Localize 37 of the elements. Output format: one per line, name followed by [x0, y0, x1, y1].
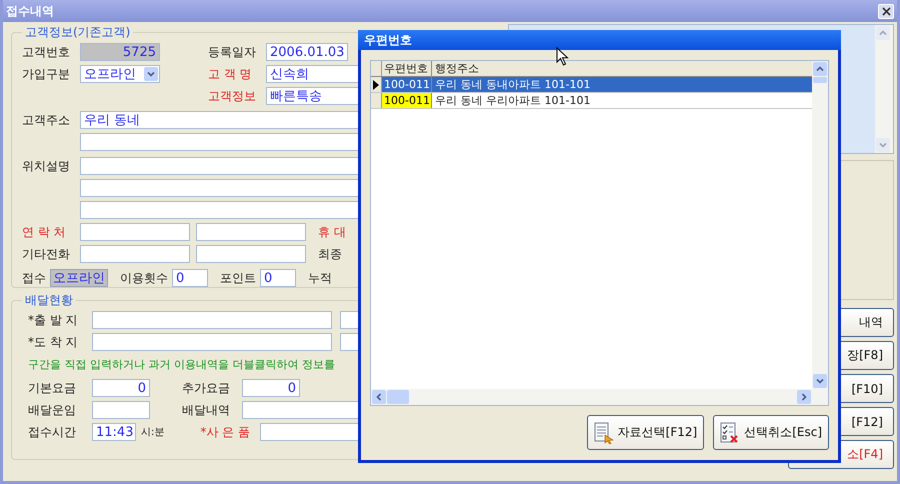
dialog-title: 우편번호	[364, 32, 412, 48]
unit-label: 시:분	[141, 426, 164, 439]
field-label: 접수	[22, 270, 46, 286]
field-label: 고객정보	[208, 88, 257, 104]
field-label: 누적	[308, 270, 332, 286]
field-label: 위치설명	[22, 158, 71, 174]
field-label: 배달내역	[182, 402, 231, 418]
table-cell: 100-011	[382, 77, 432, 92]
field-label: 고객번호	[22, 44, 71, 60]
field-label: 고 객 명	[208, 66, 253, 82]
field-label: 휴 대	[318, 224, 347, 240]
field-label: 이용횟수	[120, 270, 168, 286]
field-label: 고객주소	[22, 112, 71, 128]
field-label: 포인트	[220, 270, 256, 286]
field-label: *출 발 지	[27, 312, 79, 328]
field-label: 추가요금	[182, 380, 231, 396]
hint-text: 구간을 직접 입력하거나 과거 이용내역을 더블클릭하여 정보를	[27, 357, 336, 373]
column-header: 우편번호	[382, 61, 432, 76]
window-title: 접수내역	[6, 2, 54, 20]
field-label: 연 락 처	[22, 224, 67, 240]
field-label: 등록일자	[208, 44, 257, 60]
field-label: *사 은 품	[200, 424, 252, 440]
field-label: *도 착 지	[27, 334, 79, 350]
customer-number-field: 5725	[80, 43, 160, 61]
column-header: 행정주소	[434, 61, 480, 76]
table-cell-text: 우리 동네 우리아파트 101-101	[434, 93, 592, 108]
field-label: 최종	[318, 246, 343, 262]
field-label: 접수시간	[27, 424, 77, 440]
field-label: 배달운임	[27, 402, 77, 418]
group-title: 고객정보(기존고객)	[24, 24, 132, 41]
group-title: 배달현황	[24, 292, 74, 309]
field-label: 가입구분	[22, 66, 71, 82]
table-cell: 100-011	[382, 93, 432, 108]
field-label: 기타전화	[22, 246, 71, 262]
field-label: 기본요금	[27, 380, 77, 396]
receipt-type-field: 오프라인	[50, 269, 108, 287]
table-cell-text: 우리 동네 동내아파트 101-101	[434, 77, 592, 92]
